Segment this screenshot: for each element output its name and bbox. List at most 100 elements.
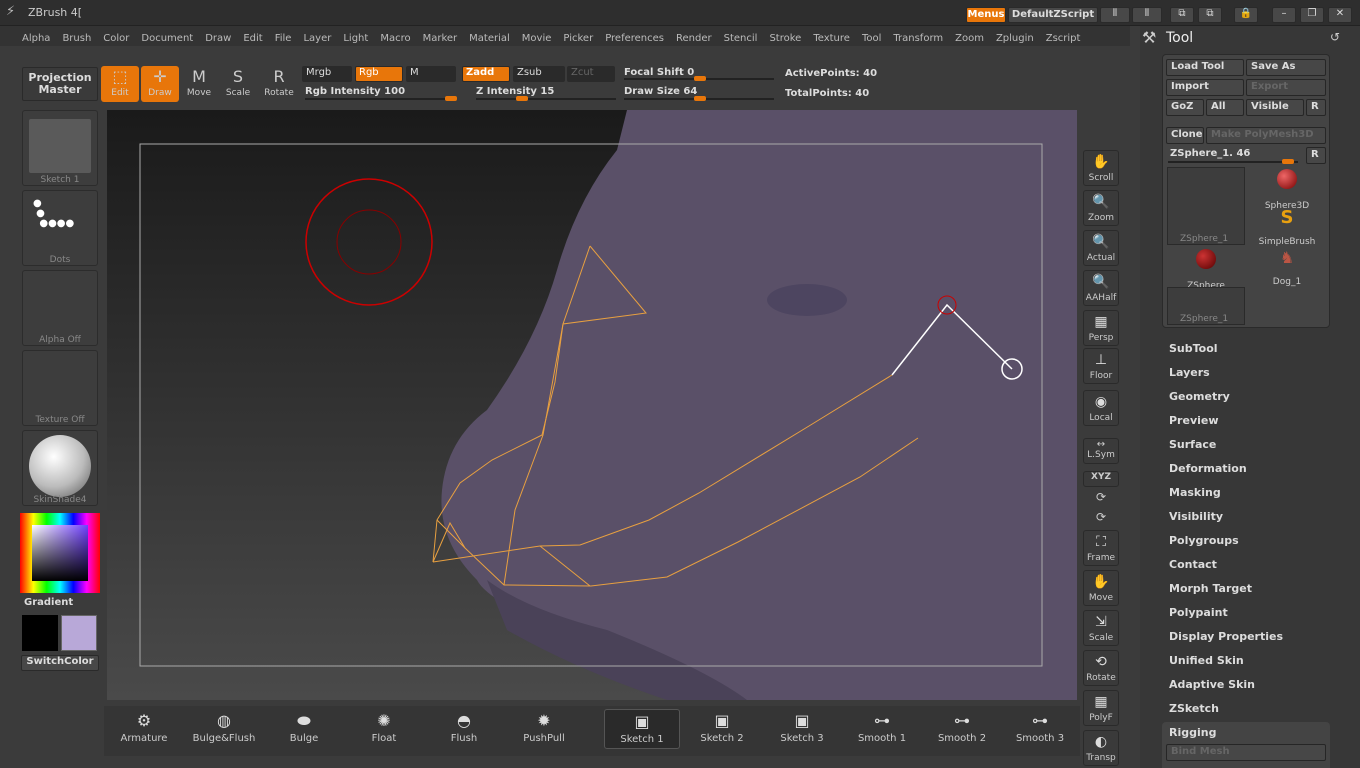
transp-button[interactable]: ◐ Transp	[1083, 730, 1119, 766]
brush-float[interactable]: ✺ Float	[346, 709, 422, 749]
rgb-button[interactable]: Rgb	[355, 66, 403, 82]
zcut-button[interactable]: Zcut	[567, 66, 615, 82]
rotate-view-button[interactable]: ⟲ Rotate	[1083, 650, 1119, 686]
rotate-z-icon[interactable]: ⟳	[1096, 510, 1106, 524]
menu-color[interactable]: Color	[97, 30, 135, 50]
visible-button[interactable]: Visible	[1246, 99, 1304, 116]
make-polymesh-button[interactable]: Make PolyMesh3D	[1206, 127, 1326, 144]
secondary-color-swatch[interactable]	[61, 615, 97, 651]
close-icon[interactable]: ✕	[1328, 7, 1352, 23]
menu-brush[interactable]: Brush	[56, 30, 97, 50]
current-tool-slider[interactable]: ZSphere_1. 46	[1170, 148, 1250, 159]
lock-icon[interactable]: 🔒	[1234, 7, 1258, 23]
menu-zplugin[interactable]: Zplugin	[990, 30, 1040, 50]
material-thumbnail[interactable]: SkinShade4	[22, 430, 98, 506]
alpha-thumbnail[interactable]: Alpha Off	[22, 270, 98, 346]
menu-zscript[interactable]: Zscript	[1040, 30, 1087, 50]
menu-light[interactable]: Light	[337, 30, 374, 50]
z-intensity-slider[interactable]: Z Intensity 15	[476, 86, 554, 97]
menu-edit[interactable]: Edit	[237, 30, 268, 50]
mrgb-button[interactable]: Mrgb	[302, 66, 352, 82]
draw-size-track[interactable]	[624, 96, 774, 101]
layout2-icon[interactable]: ⧉	[1198, 7, 1222, 23]
color-picker-square[interactable]	[32, 525, 88, 581]
color-picker[interactable]	[20, 513, 100, 593]
menu-stencil[interactable]: Stencil	[718, 30, 764, 50]
brush-armature[interactable]: ⚙ Armature	[106, 709, 182, 749]
brush-bulgeflush[interactable]: ◍ Bulge&Flush	[186, 709, 262, 749]
all-button[interactable]: All	[1206, 99, 1244, 116]
brush-sketch3[interactable]: ▣ Sketch 3	[764, 709, 840, 749]
m-button[interactable]: M	[406, 66, 456, 82]
minimize-icon[interactable]: –	[1272, 7, 1296, 23]
tool-item-zsphere1-b[interactable]: ZSphere_1	[1167, 287, 1245, 325]
goz-r-button[interactable]: R	[1306, 99, 1326, 116]
layout-icon[interactable]: ⧉	[1170, 7, 1194, 23]
menu-macro[interactable]: Macro	[374, 30, 416, 50]
tool-item-sphere3d[interactable]: Sphere3D	[1248, 167, 1326, 211]
rotate-mode-button[interactable]: R Rotate	[260, 66, 298, 102]
main-color-swatch[interactable]	[22, 615, 58, 651]
brush-smooth3[interactable]: ⊶ Smooth 3	[1002, 709, 1078, 749]
section-rigging[interactable]: Rigging	[1169, 726, 1216, 739]
focal-shift-track[interactable]	[624, 76, 774, 81]
section-preview[interactable]: Preview	[1169, 414, 1219, 427]
gradient-label[interactable]: Gradient	[24, 597, 73, 608]
polyf-button[interactable]: ▦ PolyF	[1083, 690, 1119, 726]
floor-button[interactable]: ⊥ Floor	[1083, 348, 1119, 384]
zoom-button[interactable]: 🔍 Zoom	[1083, 190, 1119, 226]
switch-color-button[interactable]: SwitchColor	[21, 655, 99, 671]
canvas-area[interactable]	[107, 110, 1077, 700]
menu-file[interactable]: File	[269, 30, 298, 50]
focal-shift-slider[interactable]: Focal Shift 0	[624, 67, 694, 78]
menu-tool[interactable]: Tool	[856, 30, 887, 50]
section-display-properties[interactable]: Display Properties	[1169, 630, 1283, 643]
rgb-intensity-track[interactable]	[305, 96, 457, 101]
menu-picker[interactable]: Picker	[557, 30, 599, 50]
menu-stroke[interactable]: Stroke	[763, 30, 807, 50]
section-contact[interactable]: Contact	[1169, 558, 1217, 571]
section-polypaint[interactable]: Polypaint	[1169, 606, 1228, 619]
import-button[interactable]: Import	[1166, 79, 1244, 96]
section-layers[interactable]: Layers	[1169, 366, 1210, 379]
tool-item-simplebrush[interactable]: S SimpleBrush	[1248, 207, 1326, 247]
actual-button[interactable]: 🔍 Actual	[1083, 230, 1119, 266]
tool-item-zsphere1-thumb[interactable]: ZSphere_1	[1167, 167, 1245, 245]
bind-mesh-button[interactable]: Bind Mesh	[1166, 744, 1326, 761]
brush-sketch2[interactable]: ▣ Sketch 2	[684, 709, 760, 749]
default-zscript-button[interactable]: DefaultZScript	[1008, 7, 1098, 23]
current-tool-track[interactable]	[1168, 159, 1298, 164]
section-zsketch[interactable]: ZSketch	[1169, 702, 1219, 715]
clone-button[interactable]: Clone	[1166, 127, 1204, 144]
lsym-button[interactable]: ↔ L.Sym	[1083, 438, 1119, 464]
menu-alpha[interactable]: Alpha	[16, 30, 56, 50]
scroll-button[interactable]: ✋ Scroll	[1083, 150, 1119, 186]
hide-right-icon[interactable]: ⦀	[1132, 7, 1162, 23]
z-intensity-track[interactable]	[476, 96, 616, 101]
rgb-intensity-slider[interactable]: Rgb Intensity 100	[305, 86, 405, 97]
brush-pushpull[interactable]: ✹ PushPull	[506, 709, 582, 749]
draw-size-slider[interactable]: Draw Size 64	[624, 86, 697, 97]
section-subtool[interactable]: SubTool	[1169, 342, 1218, 355]
zsub-button[interactable]: Zsub	[513, 66, 565, 82]
brush-smooth2[interactable]: ⊶ Smooth 2	[924, 709, 1000, 749]
xyz-button[interactable]: XYZ	[1083, 471, 1119, 487]
menu-preferences[interactable]: Preferences	[599, 30, 670, 50]
brush-sketch1[interactable]: ▣ Sketch 1	[604, 709, 680, 749]
zadd-button[interactable]: Zadd	[462, 66, 510, 82]
draw-mode-button[interactable]: ✛ Draw	[141, 66, 179, 102]
tool-reset-icon[interactable]: ↺	[1330, 30, 1340, 44]
section-adaptive-skin[interactable]: Adaptive Skin	[1169, 678, 1255, 691]
goz-button[interactable]: GoZ	[1166, 99, 1204, 116]
menu-draw[interactable]: Draw	[199, 30, 237, 50]
texture-thumbnail[interactable]: Texture Off	[22, 350, 98, 426]
section-geometry[interactable]: Geometry	[1169, 390, 1230, 403]
frame-button[interactable]: ⛶ Frame	[1083, 530, 1119, 566]
tool-r-button[interactable]: R	[1306, 147, 1326, 164]
tool-item-zsphere[interactable]: ZSphere	[1167, 247, 1245, 291]
menu-document[interactable]: Document	[135, 30, 199, 50]
brush-flush[interactable]: ◓ Flush	[426, 709, 502, 749]
menu-transform[interactable]: Transform	[887, 30, 949, 50]
save-as-button[interactable]: Save As	[1246, 59, 1326, 76]
scale-view-button[interactable]: ⇲ Scale	[1083, 610, 1119, 646]
